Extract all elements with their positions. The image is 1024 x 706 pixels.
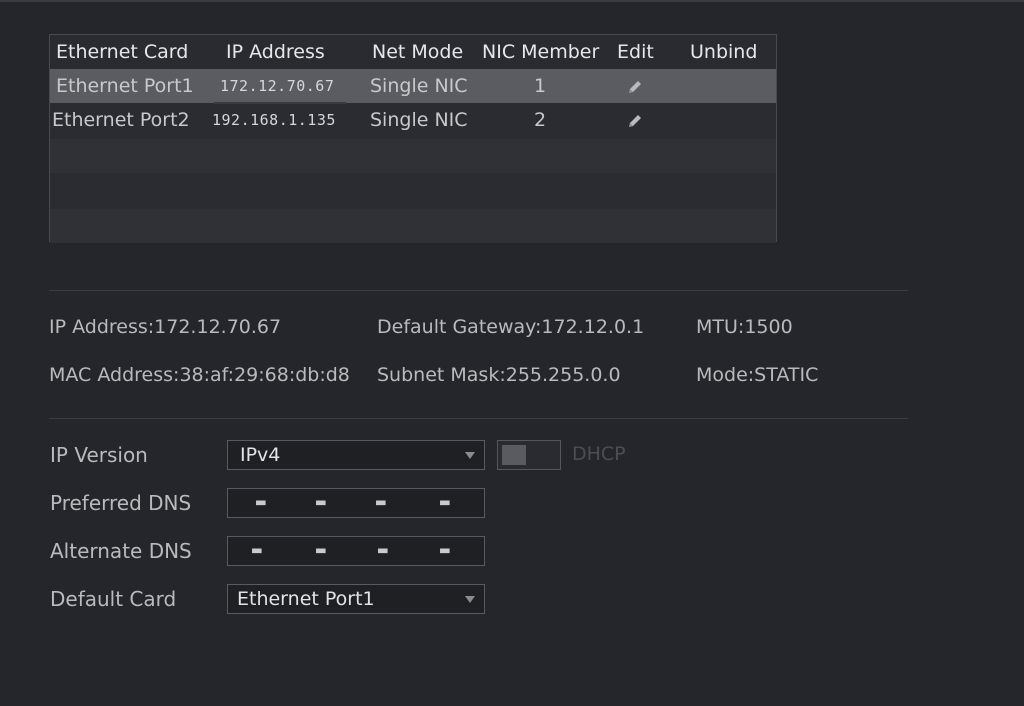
top-border xyxy=(0,0,1024,2)
default-card-label: Default Card xyxy=(50,587,177,611)
header-ethernet-card[interactable]: Ethernet Card xyxy=(56,35,188,69)
info-mode-label: Mode: xyxy=(696,364,755,386)
info-mac-label: MAC Address: xyxy=(49,364,180,386)
dns-octet-3[interactable]: ▬ xyxy=(378,540,388,559)
header-edit[interactable]: Edit xyxy=(617,35,654,69)
dhcp-label: DHCP xyxy=(572,443,626,465)
info-ip-value: 172.12.70.67 xyxy=(154,316,282,338)
alternate-dns-label: Alternate DNS xyxy=(50,539,192,563)
edit-button[interactable] xyxy=(610,103,660,137)
info-mac-value: 38:af:29:68:db:d8 xyxy=(179,364,350,386)
info-subnet-mask: Subnet Mask:255.255.0.0 xyxy=(377,364,621,386)
info-mtu-value: 1500 xyxy=(744,316,793,338)
row-net-mode: Single NIC xyxy=(370,75,468,97)
row-card: Ethernet Port1 xyxy=(56,75,194,97)
dns-octet-4[interactable]: ▬ xyxy=(440,492,450,511)
edit-button[interactable] xyxy=(610,69,660,103)
divider xyxy=(49,418,908,419)
table-row[interactable]: Ethernet Port1 172.12.70.67 Single NIC 1 xyxy=(50,69,776,104)
ip-version-select[interactable]: IPv4 xyxy=(227,440,485,470)
header-unbind[interactable]: Unbind xyxy=(690,35,757,69)
info-gateway-label: Default Gateway: xyxy=(377,316,542,338)
table-row[interactable]: Ethernet Port2 192.168.1.135 Single NIC … xyxy=(50,103,776,137)
info-ip-label: IP Address: xyxy=(49,316,155,338)
dns-octet-1[interactable]: ▬ xyxy=(252,540,262,559)
row-ip: 172.12.70.67 xyxy=(220,77,335,95)
table-row-empty xyxy=(50,173,776,207)
chevron-down-icon xyxy=(465,452,475,459)
header-nic-member[interactable]: NIC Member xyxy=(482,35,599,69)
info-mode-value: STATIC xyxy=(754,364,819,386)
preferred-dns-label: Preferred DNS xyxy=(50,491,192,515)
dns-octet-1[interactable]: ▬ xyxy=(256,492,266,511)
pencil-icon xyxy=(629,114,641,127)
info-mac-address: MAC Address:38:af:29:68:db:d8 xyxy=(49,364,350,386)
dns-octet-2[interactable]: ▬ xyxy=(316,492,326,511)
default-card-value: Ethernet Port1 xyxy=(237,588,375,610)
toggle-knob xyxy=(502,445,526,465)
info-ip-address: IP Address:172.12.70.67 xyxy=(49,316,281,338)
default-card-select[interactable]: Ethernet Port1 xyxy=(227,584,485,614)
header-ip-address[interactable]: IP Address xyxy=(226,35,325,69)
chevron-down-icon xyxy=(465,596,475,603)
row-ip: 192.168.1.135 xyxy=(212,111,336,129)
info-gateway-value: 172.12.0.1 xyxy=(541,316,645,338)
dns-octet-2[interactable]: ▬ xyxy=(316,540,326,559)
row-card: Ethernet Port2 xyxy=(52,109,190,131)
header-net-mode[interactable]: Net Mode xyxy=(372,35,463,69)
ip-version-value: IPv4 xyxy=(240,444,281,466)
info-mask-value: 255.255.0.0 xyxy=(505,364,621,386)
alternate-dns-input[interactable]: ▬ ▬ ▬ ▬ xyxy=(227,536,485,566)
dns-octet-4[interactable]: ▬ xyxy=(440,540,450,559)
dhcp-toggle[interactable] xyxy=(497,440,561,470)
dns-octet-3[interactable]: ▬ xyxy=(376,492,386,511)
row-nic-member: 2 xyxy=(533,109,547,131)
info-default-gateway: Default Gateway:172.12.0.1 xyxy=(377,316,644,338)
table-row-empty xyxy=(50,209,776,243)
nic-table: Ethernet Card IP Address Net Mode NIC Me… xyxy=(49,34,777,243)
info-mtu: MTU:1500 xyxy=(696,316,793,338)
table-row-empty xyxy=(50,139,776,173)
info-mode: Mode:STATIC xyxy=(696,364,818,386)
table-header: Ethernet Card IP Address Net Mode NIC Me… xyxy=(50,35,776,69)
ip-version-label: IP Version xyxy=(50,443,148,467)
pencil-icon xyxy=(629,80,641,93)
info-mtu-label: MTU: xyxy=(696,316,745,338)
divider xyxy=(49,290,908,291)
row-net-mode: Single NIC xyxy=(370,109,468,131)
row-nic-member: 1 xyxy=(533,75,547,97)
preferred-dns-input[interactable]: ▬ ▬ ▬ ▬ xyxy=(227,488,485,518)
info-mask-label: Subnet Mask: xyxy=(377,364,506,386)
